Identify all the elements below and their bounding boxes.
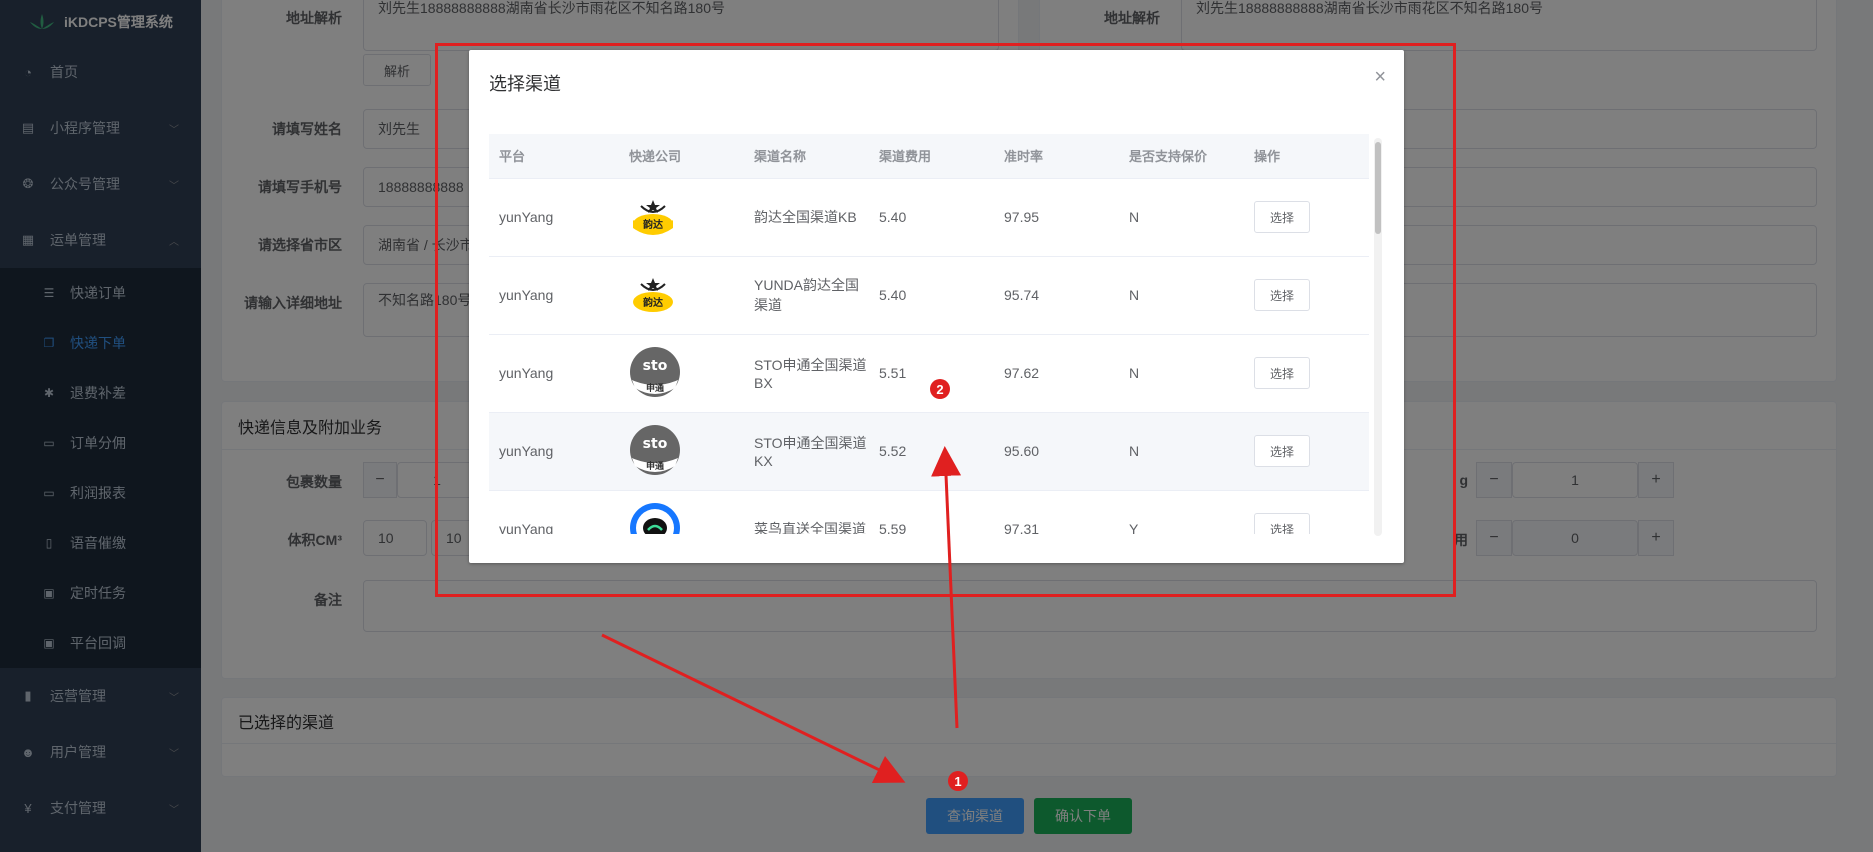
highlight-rectangle: [435, 43, 1456, 597]
step-badge-2: 2: [930, 379, 950, 399]
step-badge-1: 1: [948, 771, 968, 791]
